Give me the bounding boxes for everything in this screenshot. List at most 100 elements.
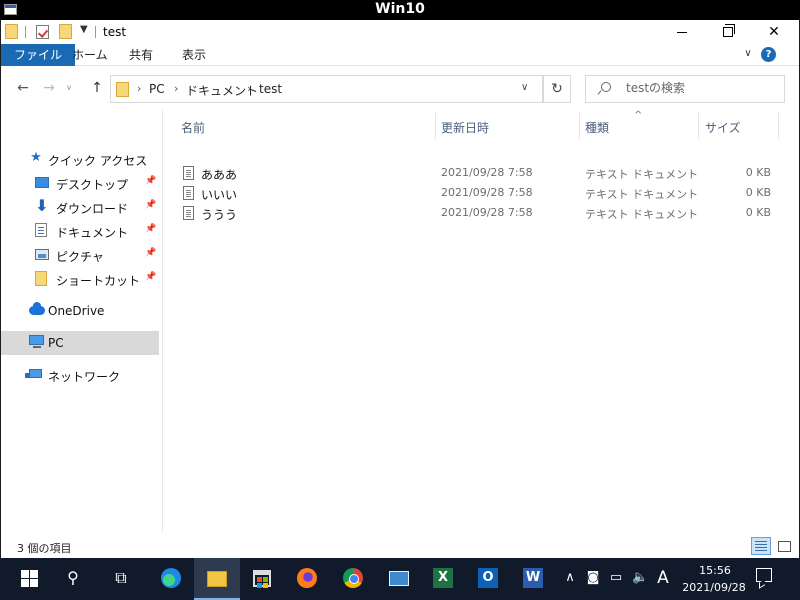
details-view-button[interactable] (751, 537, 771, 555)
breadcrumb-test[interactable]: test (259, 82, 282, 96)
volume-icon[interactable]: 🔈 (632, 570, 648, 588)
chevron-right-icon[interactable]: › (137, 82, 141, 95)
address-dropdown-icon[interactable]: ∨ (521, 82, 528, 93)
column-header-name[interactable]: 名前 (181, 117, 431, 139)
sidebar-item-pc[interactable]: PC (1, 331, 159, 355)
up-button[interactable]: ↑ (87, 78, 107, 98)
taskbar-file-explorer[interactable] (194, 558, 240, 600)
sidebar-item-desktop[interactable]: デスクトップ 📌 (1, 171, 159, 195)
sidebar-item-label: ネットワーク (48, 370, 121, 384)
sidebar-item-label: クイック アクセス (48, 154, 148, 168)
restore-icon (723, 24, 735, 37)
edge-icon (161, 568, 181, 588)
sidebar-item-label: PC (48, 336, 64, 350)
file-name: ううう (201, 208, 238, 222)
taskbar-chrome[interactable] (330, 558, 376, 600)
breadcrumb-pc[interactable]: PC (149, 82, 165, 96)
column-divider[interactable] (698, 113, 699, 139)
clock-date[interactable]: 2021/09/28 (676, 581, 752, 594)
clock-time[interactable]: 15:56 (690, 564, 740, 577)
minimize-button[interactable] (659, 20, 705, 44)
onedrive-cloud-icon (29, 302, 45, 315)
notification-icon[interactable] (756, 568, 772, 582)
column-divider[interactable] (778, 113, 779, 139)
close-button[interactable]: ✕ (751, 20, 797, 44)
chevron-right-icon[interactable]: › (174, 82, 178, 95)
column-divider[interactable] (435, 113, 436, 139)
sidebar-item-documents[interactable]: ドキュメント 📌 (1, 219, 159, 243)
search-input[interactable] (626, 81, 776, 95)
sidebar-item-label: ピクチャ (56, 250, 104, 264)
sidebar-item-network[interactable]: ネットワーク (1, 363, 159, 387)
quick-access-dropdown-icon[interactable]: ▼ (80, 24, 88, 42)
pictures-icon (35, 249, 49, 260)
navigation-bar: ← → ∨ ↑ › PC › ドキュメント › test ∨ ↻ (1, 66, 799, 110)
file-name: いいい (201, 188, 238, 202)
chevron-right-icon[interactable]: › (247, 82, 251, 95)
task-view-button[interactable]: ⧉ (98, 558, 144, 600)
expand-ribbon-icon[interactable]: ∨ (741, 47, 755, 61)
forward-button[interactable]: → (39, 78, 59, 98)
pin-icon[interactable]: 📌 (145, 248, 156, 258)
file-row[interactable]: ううう 2021/09/28 7:58 テキスト ドキュメント 0 KB (164, 203, 799, 223)
sidebar-item-downloads[interactable]: ⬇ ダウンロード 📌 (1, 195, 159, 219)
file-size: 0 KB (745, 166, 771, 179)
column-divider[interactable] (579, 113, 580, 139)
back-button[interactable]: ← (13, 78, 33, 98)
tab-home[interactable]: ホーム (59, 44, 121, 66)
taskbar-excel[interactable]: X (420, 558, 466, 600)
chevron-up-icon[interactable]: ∧ (562, 570, 578, 588)
sidebar-item-quick-access[interactable]: ★ クイック アクセス (1, 147, 159, 171)
file-row[interactable]: あああ 2021/09/28 7:58 テキスト ドキュメント 0 KB (164, 163, 799, 183)
tab-view[interactable]: 表示 (169, 44, 219, 66)
column-header-size[interactable]: サイズ (705, 117, 775, 139)
file-row[interactable]: いいい 2021/09/28 7:58 テキスト ドキュメント 0 KB (164, 183, 799, 203)
search-box[interactable] (585, 75, 785, 103)
help-icon[interactable]: ? (761, 47, 776, 62)
refresh-button[interactable]: ↻ (543, 75, 571, 103)
taskbar-firefox[interactable] (284, 558, 330, 600)
tab-share[interactable]: 共有 (116, 44, 166, 66)
taskbar-edge[interactable] (148, 558, 194, 600)
taskbar-word[interactable]: W (510, 558, 556, 600)
minimize-icon (677, 31, 687, 33)
pin-icon[interactable]: 📌 (145, 224, 156, 234)
sidebar-item-shortcut[interactable]: ショートカット 📌 (1, 267, 159, 291)
sidebar-item-label: ドキュメント (56, 226, 129, 240)
taskbar-app[interactable] (376, 558, 422, 600)
search-button[interactable]: ⚲ (50, 558, 96, 600)
pin-icon[interactable]: 📌 (145, 176, 156, 186)
outlook-icon: O (478, 568, 498, 588)
ime-indicator[interactable]: A (655, 568, 671, 588)
desktop-icon (35, 177, 49, 188)
sidebar-item-label: OneDrive (48, 304, 105, 318)
taskbar-outlook[interactable]: O (465, 558, 511, 600)
address-bar[interactable]: › PC › ドキュメント › test ∨ (110, 75, 543, 103)
pin-icon[interactable]: 📌 (145, 272, 156, 282)
file-type: テキスト ドキュメント (585, 168, 699, 181)
firefox-icon (297, 568, 317, 588)
properties-icon[interactable] (36, 25, 49, 39)
file-type: テキスト ドキュメント (585, 188, 699, 201)
search-icon: ⚲ (67, 568, 79, 587)
excel-icon: X (433, 568, 453, 588)
start-button[interactable] (4, 558, 50, 600)
document-icon (35, 223, 47, 237)
column-header-date[interactable]: 更新日時 (441, 117, 576, 139)
text-file-icon (183, 186, 194, 200)
sidebar-item-pictures[interactable]: ピクチャ 📌 (1, 243, 159, 267)
column-header-type[interactable]: 種類 (585, 117, 695, 139)
refresh-icon: ↻ (551, 81, 563, 97)
word-icon: W (523, 568, 543, 588)
network-status-icon[interactable]: ▭ (608, 570, 624, 588)
meet-now-icon[interactable]: ◙ (585, 570, 601, 588)
folder-icon (116, 82, 129, 97)
file-list: ^ 名前 更新日時 種類 サイズ あああ 2021/09/28 7:58 テキス… (164, 110, 799, 532)
pin-icon[interactable]: 📌 (145, 200, 156, 210)
taskbar-store[interactable] (240, 558, 286, 600)
large-icons-view-button[interactable] (775, 537, 793, 555)
sidebar-item-onedrive[interactable]: OneDrive (1, 299, 159, 323)
maximize-button[interactable] (705, 20, 751, 44)
recent-locations-icon[interactable]: ∨ (59, 78, 79, 98)
new-folder-icon[interactable] (59, 24, 72, 39)
